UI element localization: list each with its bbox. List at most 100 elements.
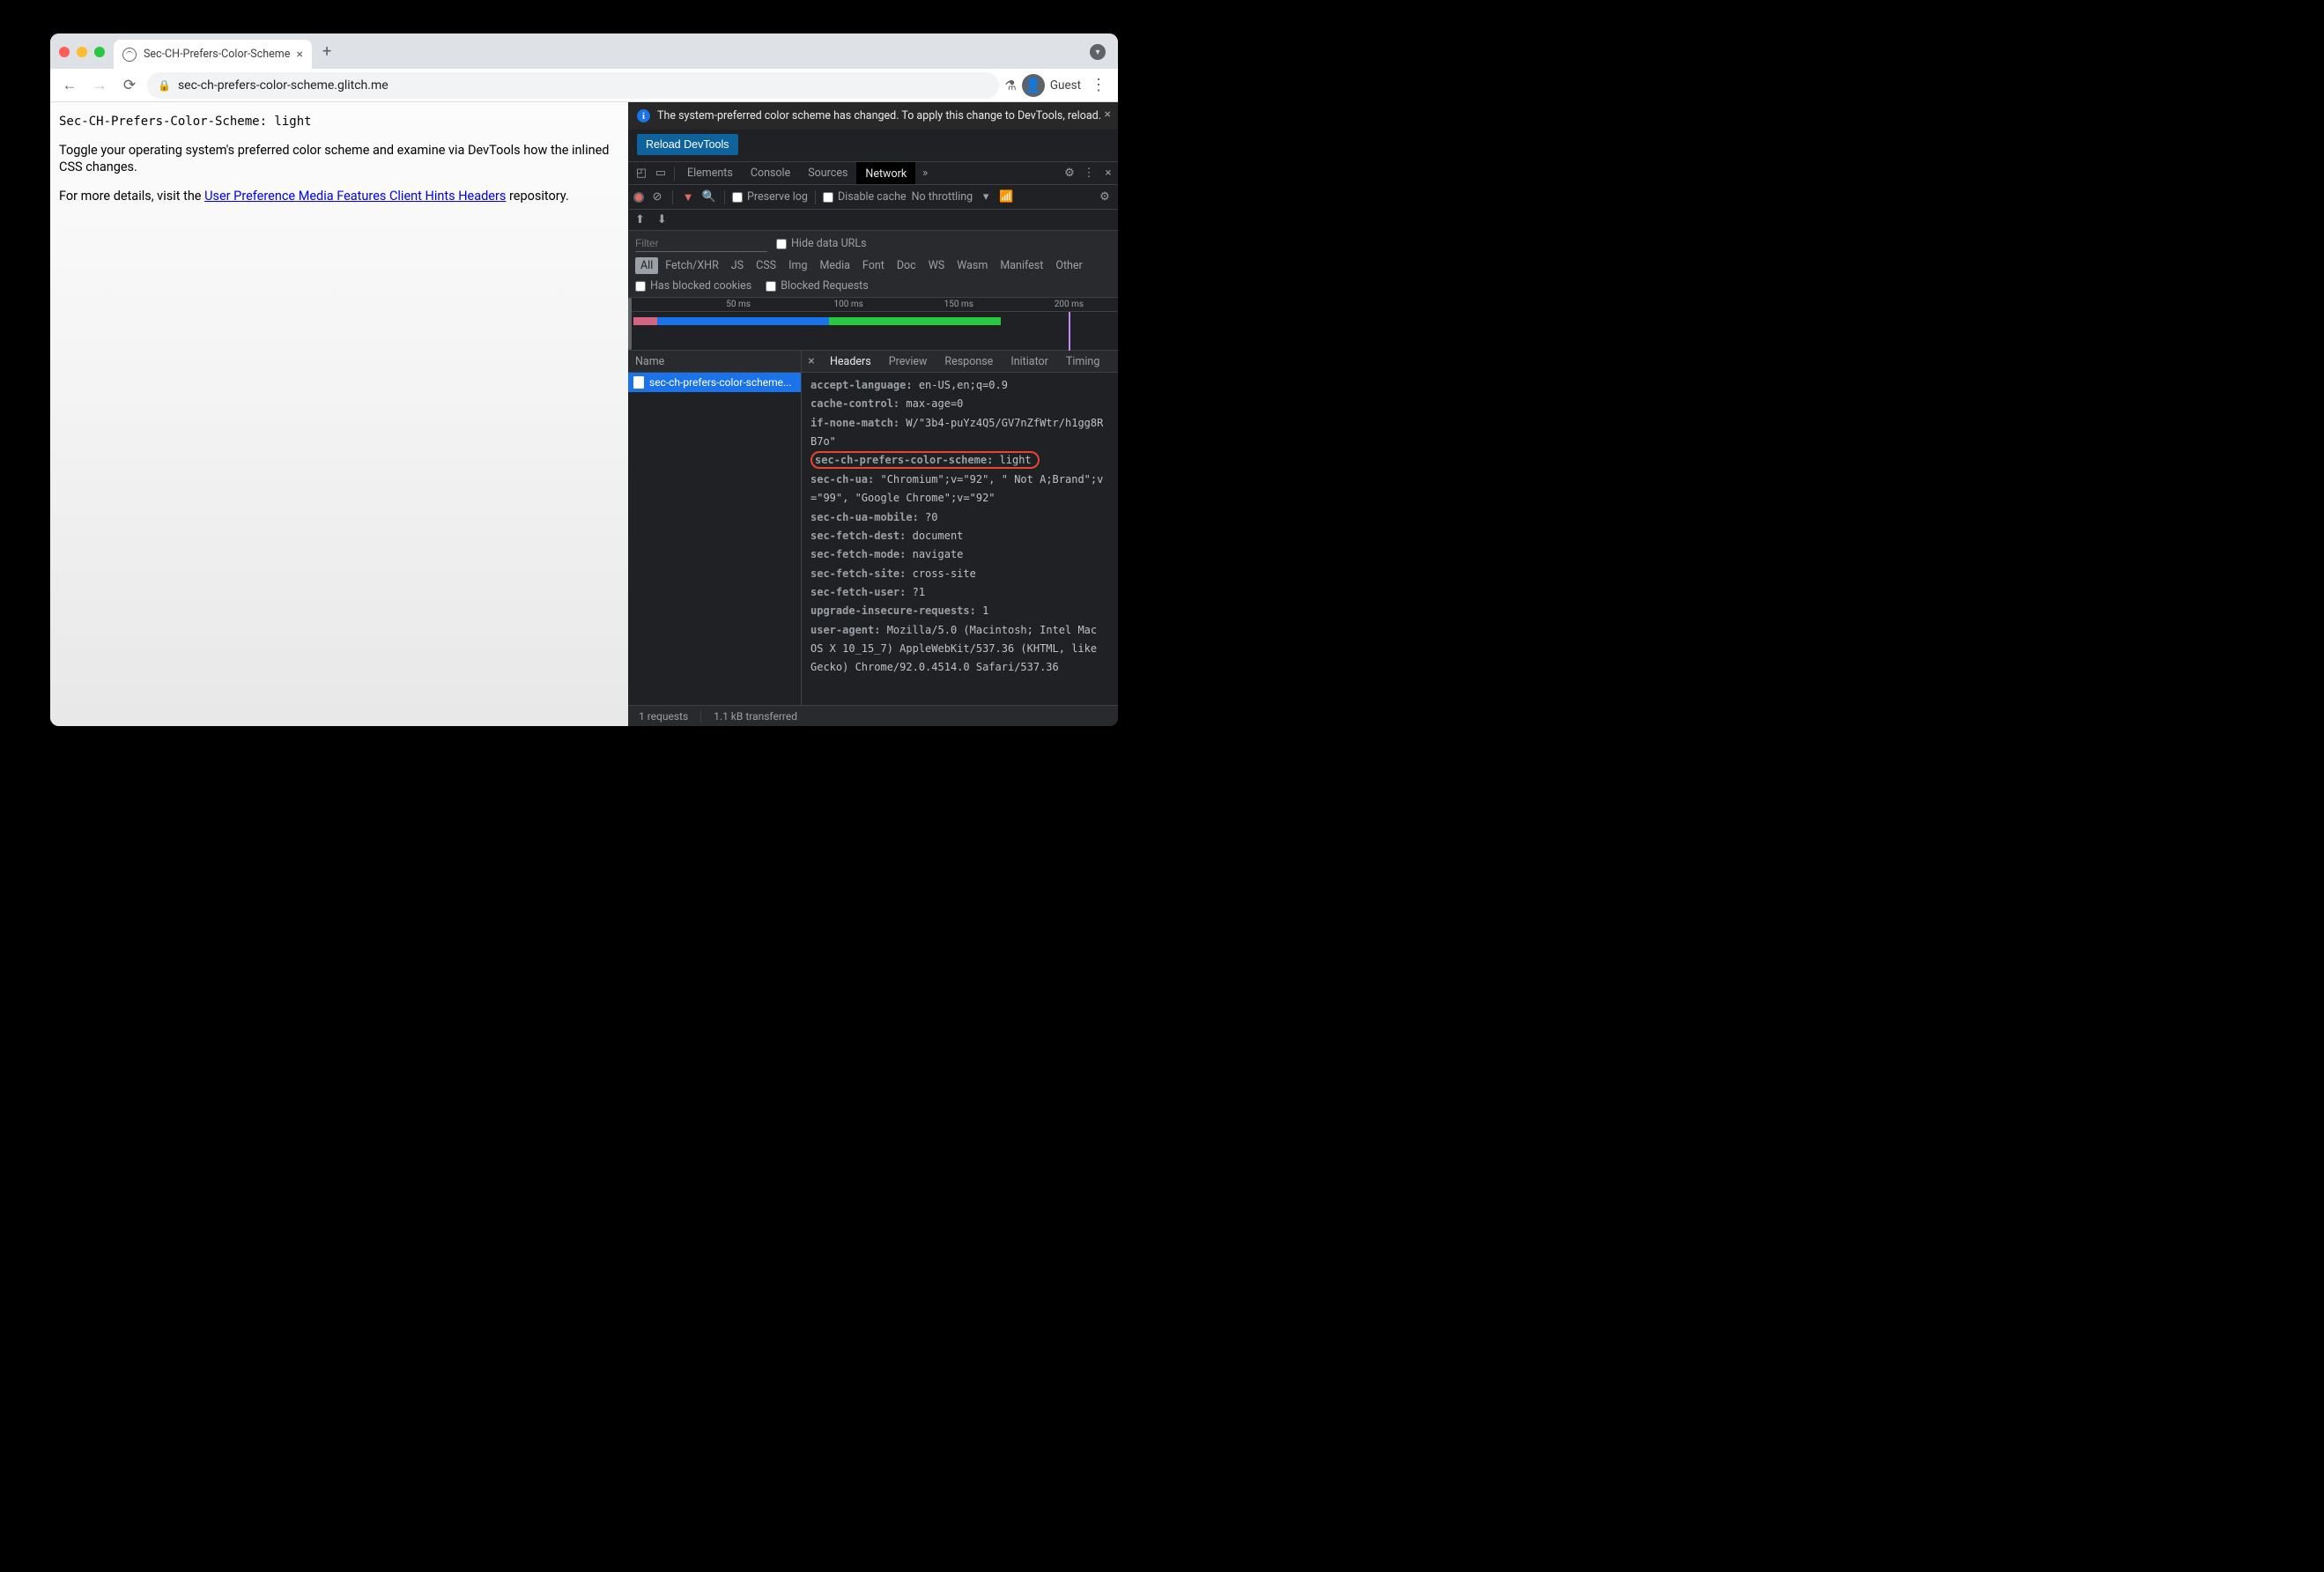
network-settings-icon[interactable]: ⚙ [1097, 190, 1113, 204]
chip-media[interactable]: Media [814, 257, 855, 274]
header-row: sec-ch-ua-mobile: ?0 [810, 508, 1109, 527]
network-updown: ⬆ ⬇ [628, 210, 1118, 231]
header-row: sec-ch-prefers-color-scheme: light [810, 451, 1109, 470]
rendered-page: Sec-CH-Prefers-Color-Scheme: light Toggl… [50, 102, 628, 726]
header-row: sec-fetch-mode: navigate [810, 545, 1109, 564]
network-body: Name sec-ch-prefers-color-scheme... × He… [628, 351, 1118, 705]
page-paragraph-2: For more details, visit the User Prefere… [59, 189, 619, 205]
repo-link[interactable]: User Preference Media Features Client Hi… [204, 189, 506, 204]
close-detail-icon[interactable]: × [802, 354, 821, 368]
tab-sources[interactable]: Sources [799, 162, 856, 184]
record-button[interactable] [633, 192, 644, 203]
close-devtools-icon[interactable]: × [1099, 167, 1118, 180]
header-row: upgrade-insecure-requests: 1 [810, 602, 1109, 620]
detail-tabs: × Headers Preview Response Initiator Tim… [802, 351, 1118, 373]
chip-js[interactable]: JS [726, 257, 749, 274]
account-dropdown-icon[interactable]: ▾ [1090, 44, 1106, 60]
header-row: sec-ch-ua: "Chromium";v="92", " Not A;Br… [810, 471, 1109, 508]
clear-icon[interactable]: ⊘ [649, 190, 665, 204]
disable-cache-checkbox[interactable]: Disable cache [823, 190, 907, 204]
tab-console[interactable]: Console [742, 162, 799, 184]
maximize-window[interactable] [94, 47, 105, 57]
chip-font[interactable]: Font [857, 257, 890, 274]
network-status-bar: 1 requests 1.1 kB transferred [628, 705, 1118, 726]
header-row: sec-fetch-dest: document [810, 527, 1109, 545]
tab-timing[interactable]: Timing [1057, 351, 1108, 372]
devtools-tabs: ◰ ▭ Elements Console Sources Network » ⚙… [628, 161, 1118, 185]
browser-window: Sec-CH-Prefers-Color-Scheme × + ▾ ← → ⟳ … [50, 33, 1118, 726]
chip-other[interactable]: Other [1050, 257, 1087, 274]
device-toolbar-icon[interactable]: ▭ [651, 167, 670, 180]
overview-bar [657, 317, 1000, 325]
profile-button[interactable]: 👤 Guest [1022, 74, 1081, 97]
close-window[interactable] [59, 47, 70, 57]
content-area: Sec-CH-Prefers-Color-Scheme: light Toggl… [50, 102, 1118, 726]
browser-toolbar: ← → ⟳ 🔒 sec-ch-prefers-color-scheme.glit… [50, 69, 1118, 102]
window-controls [59, 47, 105, 57]
back-button[interactable]: ← [57, 73, 82, 98]
browser-tab[interactable]: Sec-CH-Prefers-Color-Scheme × [114, 40, 312, 69]
preserve-log-checkbox[interactable]: Preserve log [732, 190, 808, 204]
reload-button[interactable]: ⟳ [117, 73, 142, 98]
network-overview[interactable]: 50 ms 100 ms 150 ms 200 ms [628, 298, 1118, 351]
filter-input[interactable] [635, 235, 767, 252]
forward-button[interactable]: → [87, 73, 112, 98]
hide-data-urls-checkbox[interactable]: Hide data URLs [776, 237, 867, 250]
kebab-icon[interactable]: ⋮ [1079, 167, 1099, 180]
reload-row: Reload DevTools [628, 130, 1118, 161]
page-paragraph-1: Toggle your operating system's preferred… [59, 143, 619, 176]
upload-icon[interactable]: ⬆ [635, 213, 645, 226]
search-icon[interactable]: 🔍 [701, 190, 717, 204]
network-filter-bar: Hide data URLs All Fetch/XHR JS CSS Img … [628, 231, 1118, 298]
chip-css[interactable]: CSS [751, 257, 781, 274]
throttling-select[interactable]: No throttling [912, 190, 973, 204]
status-transferred: 1.1 kB transferred [714, 710, 797, 723]
tab-preview[interactable]: Preview [880, 351, 936, 372]
chip-wasm[interactable]: Wasm [951, 257, 993, 274]
name-column-header[interactable]: Name [628, 351, 801, 373]
chip-all[interactable]: All [635, 257, 658, 274]
chip-ws[interactable]: WS [923, 257, 951, 274]
chip-doc[interactable]: Doc [892, 257, 921, 274]
tab-network[interactable]: Network [856, 162, 915, 184]
request-detail: × Headers Preview Response Initiator Tim… [802, 351, 1118, 705]
header-row: user-agent: Mozilla/5.0 (Macintosh; Inte… [810, 621, 1109, 678]
minimize-window[interactable] [77, 47, 87, 57]
chevron-down-icon[interactable]: ▾ [978, 190, 994, 204]
chip-img[interactable]: Img [783, 257, 812, 274]
chip-manifest[interactable]: Manifest [995, 257, 1048, 274]
url-text: sec-ch-prefers-color-scheme.glitch.me [178, 78, 389, 93]
overview-ruler: 50 ms 100 ms 150 ms 200 ms [628, 298, 1118, 312]
devtools-banner: i The system-preferred color scheme has … [628, 102, 1118, 130]
address-bar[interactable]: 🔒 sec-ch-prefers-color-scheme.glitch.me [147, 72, 999, 99]
tab-initiator[interactable]: Initiator [1002, 351, 1057, 372]
blocked-requests-checkbox[interactable]: Blocked Requests [766, 279, 868, 293]
overview-marker [1069, 312, 1070, 351]
kebab-menu-icon[interactable]: ⋮ [1086, 76, 1111, 94]
wifi-icon[interactable]: 📶 [999, 190, 1013, 204]
close-banner-icon[interactable]: × [1105, 108, 1111, 122]
chip-fetch[interactable]: Fetch/XHR [660, 257, 724, 274]
devtools-panel: i The system-preferred color scheme has … [628, 102, 1118, 726]
download-icon[interactable]: ⬇ [657, 213, 667, 226]
status-requests: 1 requests [639, 710, 688, 723]
resource-type-chips: All Fetch/XHR JS CSS Img Media Font Doc … [635, 257, 1111, 274]
tab-elements[interactable]: Elements [678, 162, 742, 184]
filter-icon[interactable]: ▼ [680, 190, 696, 204]
profile-label: Guest [1050, 78, 1081, 93]
close-tab-icon[interactable]: × [297, 48, 303, 62]
tab-response[interactable]: Response [936, 351, 1002, 372]
tab-headers[interactable]: Headers [821, 351, 880, 372]
page-header-mono: Sec-CH-Prefers-Color-Scheme: light [59, 115, 619, 129]
more-tabs-icon[interactable]: » [915, 167, 935, 180]
blocked-cookies-checkbox[interactable]: Has blocked cookies [635, 279, 751, 293]
inspect-icon[interactable]: ◰ [632, 167, 651, 180]
tab-title: Sec-CH-Prefers-Color-Scheme [144, 48, 292, 61]
banner-text: The system-preferred color scheme has ch… [657, 109, 1109, 122]
reload-devtools-button[interactable]: Reload DevTools [637, 134, 738, 155]
overview-handle-left[interactable] [628, 298, 632, 350]
experiments-icon[interactable]: ⚗ [1004, 78, 1016, 93]
request-row[interactable]: sec-ch-prefers-color-scheme... [628, 373, 801, 392]
settings-icon[interactable]: ⚙ [1060, 167, 1079, 180]
new-tab-button[interactable]: + [322, 42, 331, 61]
